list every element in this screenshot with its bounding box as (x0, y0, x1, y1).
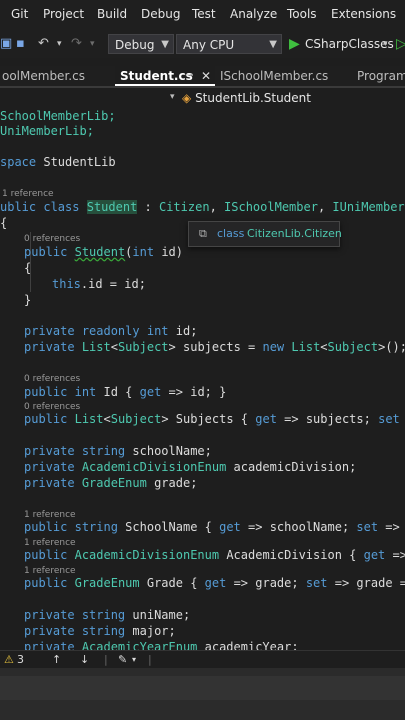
chevron-down-icon: ▼ (269, 39, 277, 50)
editor-status-bar: ⚠ 3 ↑ ↓ | ✎ ▾ | (0, 650, 405, 669)
chevron-down-icon[interactable]: ▾ (170, 92, 175, 102)
document-tabs: oolMember.cs Student.cs ⊸ ✕ ISchoolMembe… (0, 66, 405, 88)
code-line: UniMemberLib; (0, 124, 94, 138)
tooltip-type-name: CitizenLib.Citizen (247, 227, 342, 240)
undo-dropdown-icon[interactable]: ▾ (57, 35, 62, 53)
next-issue-icon[interactable]: ↓ (80, 653, 89, 667)
configuration-select[interactable]: Debug ▼ (108, 34, 174, 54)
separator: | (148, 653, 152, 666)
member-dropdown[interactable]: ◈ StudentLib.Student (182, 91, 311, 105)
code-editor[interactable]: SchoolMemberLib; UniMemberLib; space Stu… (0, 108, 405, 650)
class-declaration: ublic class Student : Citizen, ISchoolMe… (0, 200, 405, 214)
menu-debug[interactable]: Debug (141, 7, 180, 21)
tab-ischoolmember[interactable]: ISchoolMember.cs (220, 66, 345, 86)
tab-schoolmember[interactable]: oolMember.cs (0, 66, 112, 86)
code-line: space StudentLib (0, 155, 116, 169)
run-without-debug-icon[interactable]: ▷ (396, 35, 405, 53)
code-line: private string schoolName; (24, 444, 212, 458)
code-line: private AcademicDivisionEnum academicDiv… (24, 460, 357, 474)
tab-student[interactable]: Student.cs ⊸ ✕ (115, 66, 215, 86)
tab-label: Student.cs (120, 69, 193, 83)
code-line: public GradeEnum Grade { get => grade; s… (24, 576, 405, 590)
menu-extensions[interactable]: Extensions (331, 7, 396, 21)
bottom-panel-bar (0, 676, 405, 700)
code-line: private string major; (24, 624, 176, 638)
warning-count[interactable]: 3 (17, 653, 24, 667)
tab-program[interactable]: Program. (357, 66, 405, 86)
bottom-panel (0, 668, 405, 720)
code-line: private string uniName; (24, 608, 191, 622)
code-line: public List<Subject> Subjects { get => s… (24, 412, 400, 426)
pin-icon[interactable]: ⊸ (185, 66, 193, 84)
chevron-down-icon[interactable]: ▾ (132, 653, 136, 667)
tooltip-kind: class (217, 227, 245, 240)
code-line: public string SchoolName { get => school… (24, 520, 400, 534)
quickinfo-tooltip: ⧉ class CitizenLib.Citizen (188, 221, 342, 247)
nav-crumb-label: StudentLib.Student (195, 91, 311, 105)
menu-build[interactable]: Build (97, 7, 127, 21)
redo-dropdown-icon[interactable]: ▾ (90, 35, 95, 53)
previous-issue-icon[interactable]: ↑ (52, 653, 61, 667)
chevron-down-icon: ▼ (161, 39, 169, 50)
redo-icon[interactable]: ↷ (71, 35, 82, 53)
menu-test[interactable]: Test (192, 7, 216, 21)
code-line: private AcademicYearEnum academicYear; (24, 640, 299, 650)
menu-project[interactable]: Project (43, 7, 84, 21)
code-line: private List<Subject> subjects = new Lis… (24, 340, 405, 354)
class-icon: ⧉ (199, 227, 207, 240)
separator: | (104, 653, 108, 666)
code-line: this.id = id; (52, 277, 146, 291)
constructor-declaration: public Student(int id) (24, 245, 183, 259)
menu-bar: Git Project Build Debug Test Analyze Too… (0, 0, 405, 30)
menu-git[interactable]: Git (11, 7, 28, 21)
class-icon: ◈ (182, 91, 192, 105)
code-line: { (0, 216, 8, 230)
run-target-button[interactable]: CSharpClasses (305, 35, 394, 53)
toolbar: ▣ ▪ ↶ ▾ ↷ ▾ Debug ▼ Any CPU ▼ ▶ CSharpCl… (0, 30, 405, 58)
save-icon[interactable]: ▪ (16, 35, 25, 53)
menu-analyze[interactable]: Analyze (230, 7, 277, 21)
save-all-icon[interactable]: ▣ (0, 35, 12, 53)
tab-label: Program. (357, 69, 405, 83)
code-line: SchoolMemberLib; (0, 109, 116, 123)
close-icon[interactable]: ✕ (201, 66, 211, 84)
undo-icon[interactable]: ↶ (38, 35, 49, 53)
tab-label: oolMember.cs (2, 69, 85, 83)
navigation-bar: ▾ ◈ StudentLib.Student (0, 88, 405, 109)
run-target-dropdown-icon[interactable]: ▾ (383, 35, 388, 53)
warning-icon[interactable]: ⚠ (4, 653, 14, 667)
platform-select[interactable]: Any CPU ▼ (176, 34, 282, 54)
run-icon[interactable]: ▶ (289, 35, 300, 53)
code-line: } (24, 293, 32, 307)
configuration-value: Debug (115, 38, 155, 52)
code-line: { (24, 261, 32, 275)
code-line: private readonly int id; (24, 324, 198, 338)
code-line: public AcademicDivisionEnum AcademicDivi… (24, 548, 405, 562)
tab-label: ISchoolMember.cs (220, 69, 329, 83)
code-line: public int Id { get => id; } (24, 385, 227, 399)
menu-tools[interactable]: Tools (287, 7, 317, 21)
code-cleanup-icon[interactable]: ✎ (118, 653, 127, 667)
code-line: private GradeEnum grade; (24, 476, 198, 490)
platform-value: Any CPU (183, 38, 235, 52)
